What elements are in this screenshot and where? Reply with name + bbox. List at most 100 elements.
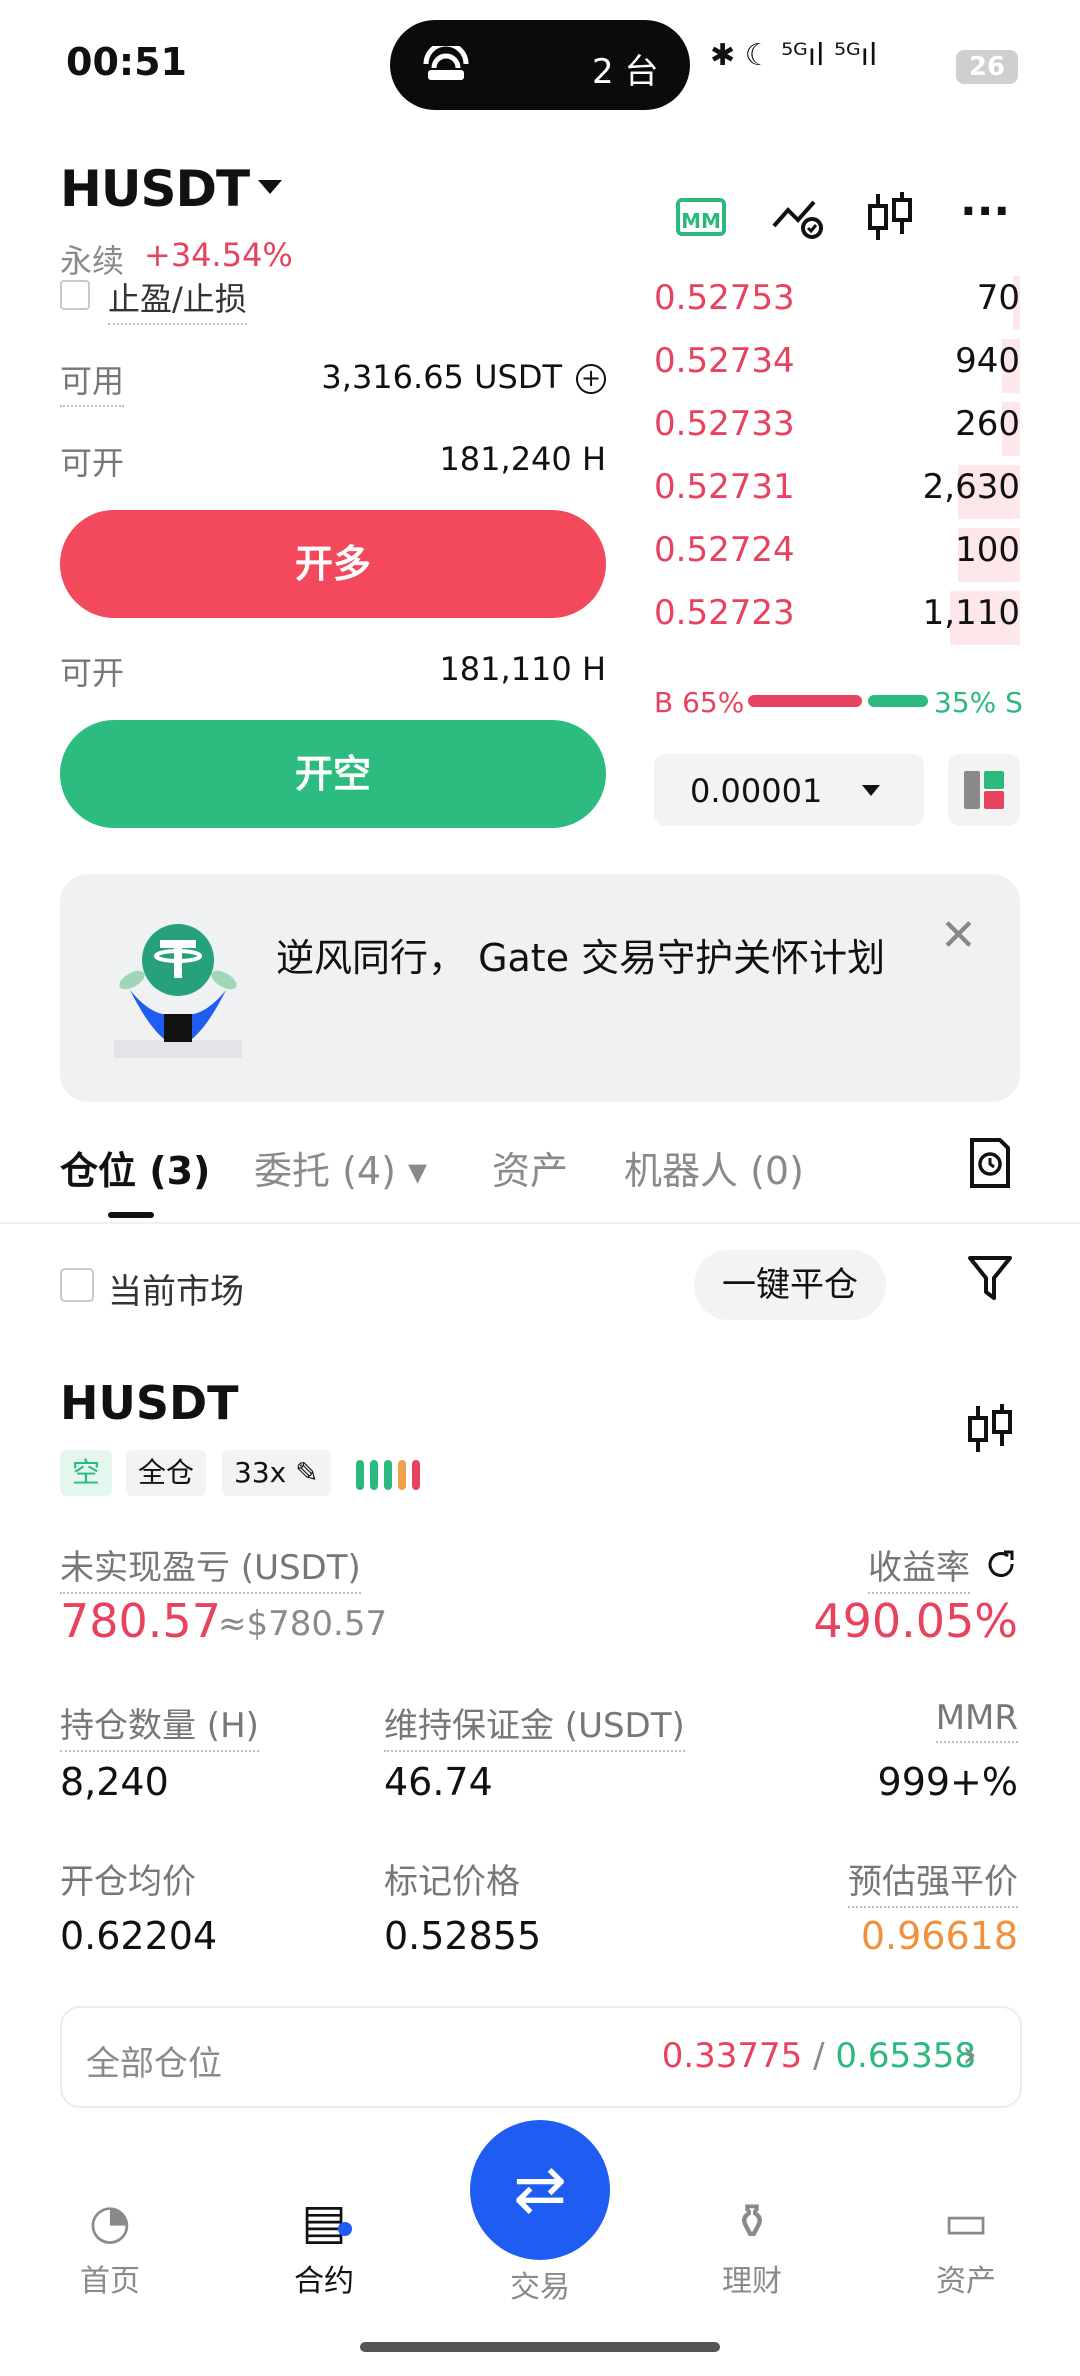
ask-price: 0.52753: [654, 278, 795, 318]
filter-icon[interactable]: [966, 1252, 1014, 1304]
adl-bar: [384, 1460, 392, 1490]
nav-trade-label[interactable]: 交易: [480, 2262, 600, 2306]
futures-icon: ▤: [301, 2194, 347, 2250]
open-long-label: 可开: [60, 444, 125, 482]
size-label: 持仓数量 (H): [60, 1698, 259, 1752]
price-change: +34.54%: [144, 236, 293, 274]
available-value: 3,316.65 USDT: [321, 358, 562, 396]
layout-icon-buy: [984, 771, 1004, 789]
hotspot-icon: [423, 46, 469, 80]
tab-positions[interactable]: 仓位 (3): [60, 1140, 210, 1195]
trade-button[interactable]: ⇄: [470, 2120, 610, 2260]
tp-sl-label: 止盈/止损: [108, 274, 247, 325]
orderbook-ask-row[interactable]: 0.52733 260: [654, 396, 1020, 456]
all-positions-values: 0.33775 / 0.65358: [662, 2036, 976, 2076]
share-icon[interactable]: [986, 1548, 1016, 1578]
ask-price: 0.52724: [654, 530, 795, 570]
open-short-button[interactable]: 开空: [60, 720, 606, 828]
all-positions-sep: /: [802, 2036, 836, 2076]
roe-label: 收益率: [868, 1540, 970, 1594]
adl-bar: [370, 1460, 378, 1490]
size-value: 8,240: [60, 1760, 169, 1804]
earn-icon: ⚱: [731, 2194, 773, 2250]
orderbook-ask-row[interactable]: 0.52734 940: [654, 333, 1020, 393]
mm-icon[interactable]: MM: [676, 198, 726, 236]
banner-text: 逆风同行， Gate 交易守护关怀计划: [276, 936, 886, 980]
history-icon[interactable]: [966, 1136, 1014, 1190]
ask-quantity: 1,110: [922, 593, 1020, 633]
available-row: 3,316.65 USDT +: [321, 358, 606, 396]
sell-ratio-bar: [868, 695, 928, 707]
orderbook-ask-row[interactable]: 0.52723 1,110: [654, 585, 1020, 645]
ask-quantity: 940: [955, 341, 1020, 381]
pnl-label: 未实现盈亏 (USDT): [60, 1540, 361, 1594]
tab-bots[interactable]: 机器人 (0): [624, 1140, 804, 1195]
ask-quantity: 70: [976, 278, 1020, 318]
nav-home-label: 首页: [80, 2264, 140, 2299]
pnl-usd-value: ≈$780.57: [218, 1604, 388, 1644]
ask-quantity: 2,630: [922, 467, 1020, 507]
open-long-button[interactable]: 开多: [60, 510, 606, 618]
mark-price-label: 标记价格: [384, 1862, 520, 1902]
all-positions-label: 全部仓位: [86, 2044, 222, 2084]
open-long-value: 181,240 H: [439, 440, 606, 478]
status-icons: ✱ ☾ ⁵ᴳıl ⁵ᴳıl: [710, 38, 878, 73]
divider: [0, 1222, 1080, 1224]
liq-price-label: 预估强平价: [848, 1854, 1018, 1908]
nav-assets[interactable]: ▭ 资产: [906, 2194, 1026, 2300]
ask-price: 0.52731: [654, 467, 795, 507]
nav-home[interactable]: ◔ 首页: [50, 2194, 170, 2300]
ask-price: 0.52734: [654, 341, 795, 381]
tab-indicator: [108, 1212, 154, 1218]
ask-quantity: 100: [955, 530, 1020, 570]
adl-bar: [412, 1460, 420, 1490]
orderbook-ask-row[interactable]: 0.52753 70: [654, 270, 1020, 330]
contract-symbol[interactable]: HUSDT: [60, 160, 250, 218]
candlestick-chart-icon[interactable]: [866, 190, 914, 244]
candlestick-chart-icon[interactable]: [966, 1402, 1014, 1456]
nav-earn[interactable]: ⚱ 理财: [692, 2194, 812, 2300]
maintenance-margin-value: 46.74: [384, 1760, 493, 1804]
orderbook-ask-row[interactable]: 0.52724 100: [654, 522, 1020, 582]
maintenance-margin-label: 维持保证金 (USDT): [384, 1698, 685, 1752]
mark-price-value: 0.52855: [384, 1914, 542, 1958]
home-icon: ◔: [89, 2194, 131, 2250]
orderbook-ask-row[interactable]: 0.52731 2,630: [654, 459, 1020, 519]
leverage-tag[interactable]: 33x ✎: [222, 1450, 331, 1496]
close-all-button[interactable]: 一键平仓: [694, 1250, 886, 1320]
entry-price-label: 开仓均价: [60, 1862, 196, 1902]
current-market-checkbox[interactable]: [60, 1268, 94, 1302]
chevron-down-icon[interactable]: [258, 180, 282, 194]
plus-circle-icon[interactable]: +: [576, 364, 606, 394]
adl-bar: [356, 1460, 364, 1490]
chevron-right-icon: ›: [962, 2032, 978, 2076]
sell-ratio: 35% S: [934, 686, 1023, 719]
current-market-label: 当前市场: [108, 1272, 244, 1312]
tab-assets[interactable]: 资产: [492, 1140, 568, 1195]
ask-price: 0.52733: [654, 404, 795, 444]
island-device-count: 2 台: [592, 52, 659, 92]
mmr-value: 999+%: [877, 1760, 1018, 1804]
status-time: 00:51: [66, 40, 187, 84]
more-icon[interactable]: ···: [960, 186, 1010, 237]
nav-futures[interactable]: ▤ 合约: [264, 2194, 384, 2300]
close-icon[interactable]: ✕: [940, 910, 977, 961]
buy-ratio: B 65%: [654, 686, 745, 719]
all-positions-red: 0.33775: [661, 2036, 803, 2076]
roe-value: 490.05%: [813, 1594, 1018, 1648]
tab-orders[interactable]: 委托 (4) ▾: [254, 1140, 427, 1195]
position-symbol: HUSDT: [60, 1376, 239, 1430]
all-positions-green: 0.65358: [835, 2036, 976, 2076]
layout-icon: [964, 771, 980, 809]
price-alert-icon[interactable]: [770, 196, 826, 240]
tp-sl-checkbox[interactable]: [60, 280, 90, 310]
orderbook-layout-button[interactable]: [948, 754, 1020, 826]
ask-quantity: 260: [955, 404, 1020, 444]
pnl-value: 780.57: [60, 1594, 221, 1648]
open-short-label: 可开: [60, 654, 125, 692]
chevron-down-icon: [862, 785, 880, 796]
mmr-label: MMR: [935, 1698, 1018, 1743]
margin-mode-tag: 全仓: [126, 1450, 207, 1496]
layout-icon-sell: [984, 791, 1004, 809]
tether-care-illustration: [114, 924, 242, 1058]
